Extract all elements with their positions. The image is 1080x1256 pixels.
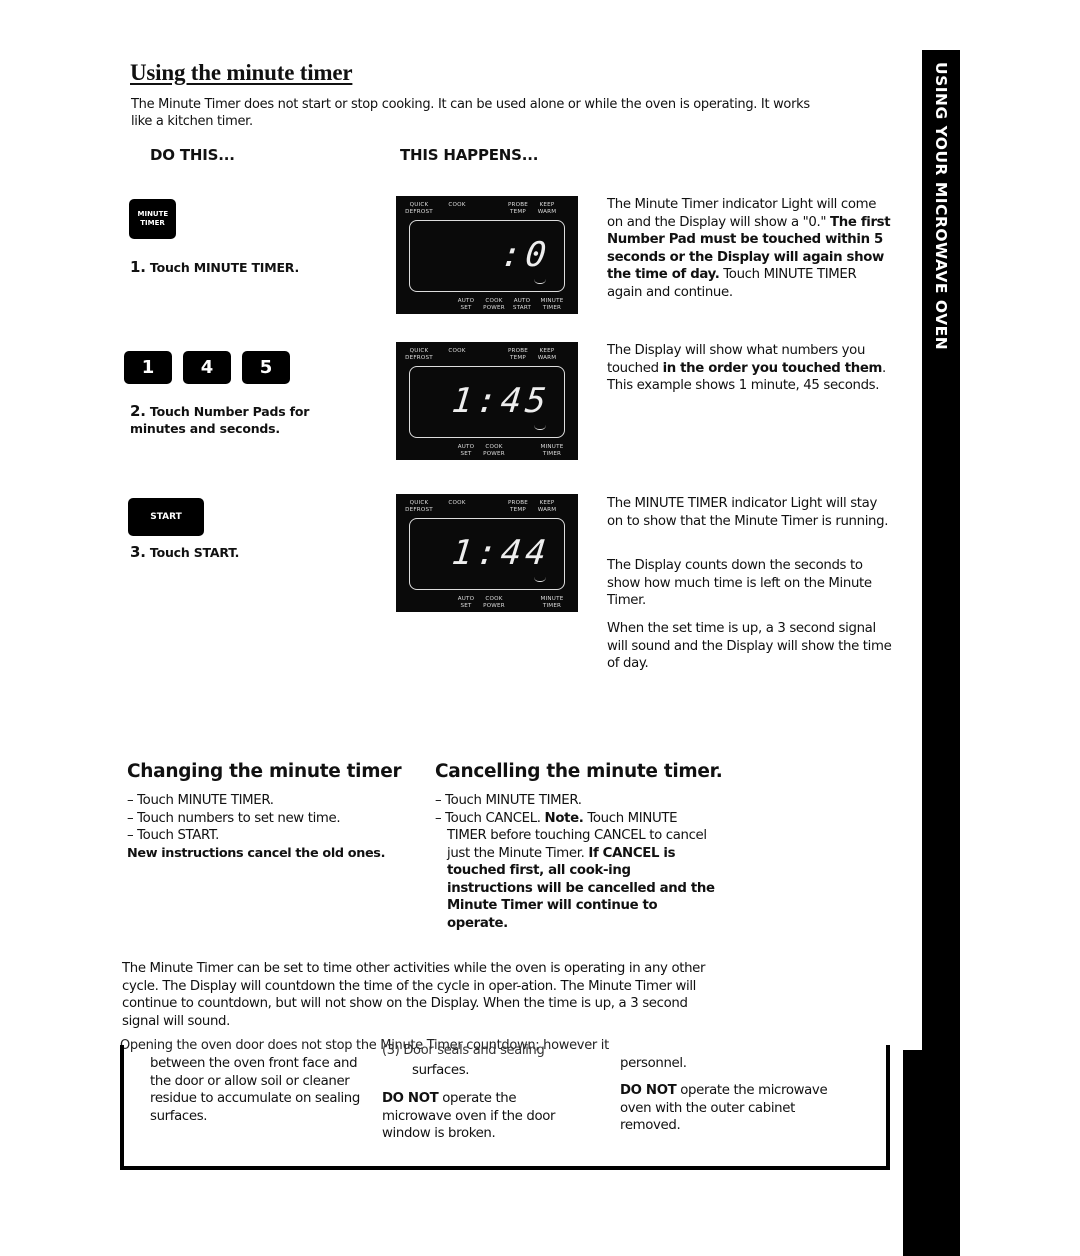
display-label: AUTO SET	[457, 298, 475, 311]
start-key: START	[128, 498, 204, 536]
warning-col-2-top: surfaces.	[412, 1063, 470, 1078]
display-label: QUICK DEFROST	[405, 500, 433, 513]
step-3-result-1: The MINUTE TIMER indicator Light will st…	[607, 496, 889, 529]
step-number: 1.	[130, 258, 146, 276]
display-readout: 1:45	[450, 381, 553, 421]
warning-col-3: DO NOT operate the microwave oven with t…	[620, 1082, 830, 1135]
column-heading-do-this: DO THIS...	[150, 146, 235, 164]
display-window: :0	[409, 220, 565, 292]
side-tab-edge	[903, 1050, 960, 1256]
key-label: 5	[259, 357, 273, 378]
key-label: 1	[141, 357, 155, 378]
display-label: MINUTE TIMER	[540, 596, 564, 609]
display-label: PROBE TEMP	[507, 202, 529, 215]
step-2-result: The Display will show what numbers you t…	[607, 342, 892, 395]
display-label: MINUTE TIMER	[540, 444, 564, 457]
step-text: Touch START.	[149, 545, 240, 560]
display-label: AUTO SET	[457, 596, 475, 609]
display-label: COOK POWER	[483, 444, 505, 457]
minute-timer-key-label: MINUTE TIMER	[137, 210, 169, 227]
step-2-instruction: 2. Touch Number Pads for minutes and sec…	[130, 403, 350, 437]
display-label: PROBE TEMP	[507, 500, 529, 513]
display-label: COOK POWER	[483, 596, 505, 609]
list-item: – Touch CANCEL. Note. Touch MINUTE TIMER…	[435, 810, 720, 933]
warning-col-3-top: personnel.	[620, 1056, 687, 1071]
column-heading-this-happens: THIS HAPPENS...	[400, 146, 539, 164]
list-text: – Touch CANCEL.	[435, 810, 545, 826]
list-item: – Touch MINUTE TIMER.	[435, 793, 582, 808]
display-label: MINUTE TIMER	[540, 298, 564, 311]
indicator-mark	[534, 425, 546, 430]
step-3-result-3: When the set time is up, a 3 second sign…	[607, 621, 892, 671]
indicator-mark	[534, 279, 546, 284]
changing-list: – Touch MINUTE TIMER. – Touch numbers to…	[127, 792, 397, 862]
display-label: QUICK DEFROST	[405, 348, 433, 361]
oven-display-step-3: QUICK DEFROST COOK PROBE TEMP KEEP WARM …	[396, 494, 578, 612]
display-readout: :0	[498, 235, 553, 275]
indicator-mark	[534, 577, 546, 582]
oven-display-step-2: QUICK DEFROST COOK PROBE TEMP KEEP WARM …	[396, 342, 578, 460]
oven-display-step-1: QUICK DEFROST COOK PROBE TEMP KEEP WARM …	[396, 196, 578, 314]
changing-note: New instructions cancel the old ones.	[127, 845, 386, 861]
cancelling-heading: Cancelling the minute timer.	[435, 761, 723, 782]
step-text: Touch Number Pads for minutes and second…	[130, 404, 310, 436]
step-number: 2.	[130, 402, 146, 420]
display-label: COOK POWER	[483, 298, 505, 311]
cancelling-list: – Touch MINUTE TIMER. – Touch CANCEL. No…	[435, 792, 720, 932]
display-label: PROBE TEMP	[507, 348, 529, 361]
display-label: AUTO SET	[457, 444, 475, 457]
warning-col-1: between the oven front face and the door…	[150, 1056, 360, 1124]
display-label: COOK	[448, 500, 466, 506]
page-title: Using the minute timer	[130, 60, 353, 85]
warning-bold: DO NOT	[382, 1091, 439, 1106]
list-item: – Touch START.	[127, 828, 220, 843]
display-label: COOK	[448, 202, 466, 208]
minute-timer-key: MINUTE TIMER	[129, 199, 176, 239]
result-text-bold: in the order you touched them	[662, 360, 883, 376]
intro-text: The Minute Timer does not start or stop …	[131, 97, 810, 129]
display-label: AUTO START	[512, 298, 532, 311]
step-text: Touch MINUTE TIMER.	[149, 260, 299, 275]
side-tab-label: USING YOUR MICROWAVE OVEN	[932, 62, 950, 351]
display-label: KEEP WARM	[537, 202, 557, 215]
display-label: QUICK DEFROST	[405, 202, 433, 215]
number-key-5: 5	[242, 351, 290, 384]
key-label: START	[150, 512, 182, 522]
number-key-1: 1	[124, 351, 172, 384]
display-label: KEEP WARM	[537, 500, 557, 513]
step-3-instruction: 3. Touch START.	[130, 544, 239, 561]
display-label: KEEP WARM	[537, 348, 557, 361]
step-1-instruction: 1. Touch MINUTE TIMER.	[130, 259, 299, 276]
step-3-result-2: The Display counts down the seconds to s…	[607, 558, 872, 608]
display-window: 1:44	[409, 518, 565, 590]
note-label: Note.	[544, 810, 584, 826]
display-window: 1:45	[409, 366, 565, 438]
warning-col-2: DO NOT operate the microwave oven if the…	[382, 1090, 562, 1143]
changing-heading: Changing the minute timer	[127, 761, 402, 782]
number-key-4: 4	[183, 351, 231, 384]
list-item: – Touch MINUTE TIMER.	[127, 793, 274, 808]
display-label: COOK	[448, 348, 466, 354]
key-label: 4	[200, 357, 214, 378]
step-1-result: The Minute Timer indicator Light will co…	[607, 196, 892, 301]
step-number: 3.	[130, 543, 146, 561]
list-item: – Touch numbers to set new time.	[127, 810, 341, 826]
display-readout: 1:44	[450, 533, 553, 573]
footer-paragraph: The Minute Timer can be set to time othe…	[122, 961, 706, 1029]
warning-bold: DO NOT	[620, 1083, 677, 1098]
